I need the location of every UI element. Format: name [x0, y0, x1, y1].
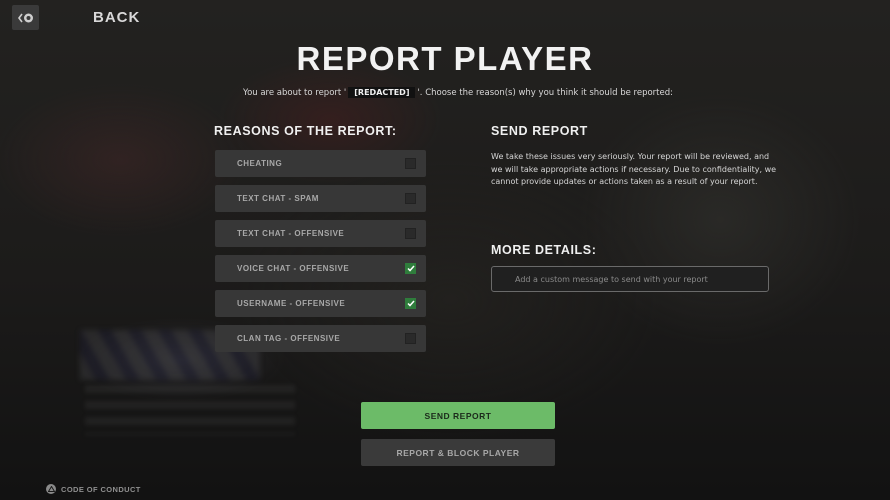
page-subtitle: You are about to report ' [REDACTED] '. Ch…: [0, 87, 890, 98]
checkmark-icon: [406, 300, 415, 307]
checkmark-icon: [406, 265, 415, 272]
report-and-block-button[interactable]: REPORT & BLOCK PLAYER: [361, 439, 555, 466]
reason-checkbox[interactable]: [405, 298, 416, 309]
subtitle-suffix: '. Choose the reason(s) why you think it…: [417, 88, 673, 98]
reason-clan-tag-offensive[interactable]: CLAN TAG - OFFENSIVE: [215, 325, 426, 352]
send-report-button[interactable]: SEND REPORT: [361, 402, 555, 429]
reason-checkbox[interactable]: [405, 263, 416, 274]
reason-checkbox[interactable]: [405, 193, 416, 204]
back-label[interactable]: BACK: [93, 9, 140, 26]
reason-text-chat-offensive[interactable]: TEXT CHAT - OFFENSIVE: [215, 220, 426, 247]
triangle-button-icon: [46, 484, 56, 494]
reason-voice-chat-offensive[interactable]: VOICE CHAT - OFFENSIVE: [215, 255, 426, 282]
reason-checkbox[interactable]: [405, 228, 416, 239]
reason-checkbox[interactable]: [405, 158, 416, 169]
send-report-description: We take these issues very seriously. You…: [491, 152, 777, 186]
page-title: REPORT PLAYER: [296, 40, 594, 77]
reason-text-chat-spam[interactable]: TEXT CHAT - SPAM: [215, 185, 426, 212]
reason-cheating[interactable]: CHEATING: [215, 150, 426, 177]
reported-player-name: [REDACTED]: [348, 87, 416, 98]
back-button[interactable]: [12, 5, 39, 30]
code-of-conduct-label[interactable]: CODE OF CONDUCT: [61, 485, 141, 494]
send-report-heading: SEND REPORT: [491, 124, 588, 138]
more-details-heading: MORE DETAILS:: [491, 243, 597, 257]
reason-label: CHEATING: [237, 159, 283, 168]
reason-label: TEXT CHAT - OFFENSIVE: [237, 229, 345, 238]
reason-label: TEXT CHAT - SPAM: [237, 194, 319, 203]
background-blur-bars: [85, 385, 295, 435]
reasons-heading: REASONS OF THE REPORT:: [214, 124, 397, 138]
custom-message-input[interactable]: [491, 266, 769, 292]
reason-label: USERNAME - OFFENSIVE: [237, 299, 346, 308]
reason-checkbox[interactable]: [405, 333, 416, 344]
reasons-list: CHEATING TEXT CHAT - SPAM TEXT CHAT - OF…: [215, 150, 426, 360]
reason-label: CLAN TAG - OFFENSIVE: [237, 334, 341, 343]
reason-username-offensive[interactable]: USERNAME - OFFENSIVE: [215, 290, 426, 317]
subtitle-prefix: You are about to report ': [243, 88, 347, 98]
back-chevron-circle-icon: [17, 13, 33, 22]
code-of-conduct-link[interactable]: CODE OF CONDUCT: [46, 484, 141, 494]
reason-label: VOICE CHAT - OFFENSIVE: [237, 264, 350, 273]
